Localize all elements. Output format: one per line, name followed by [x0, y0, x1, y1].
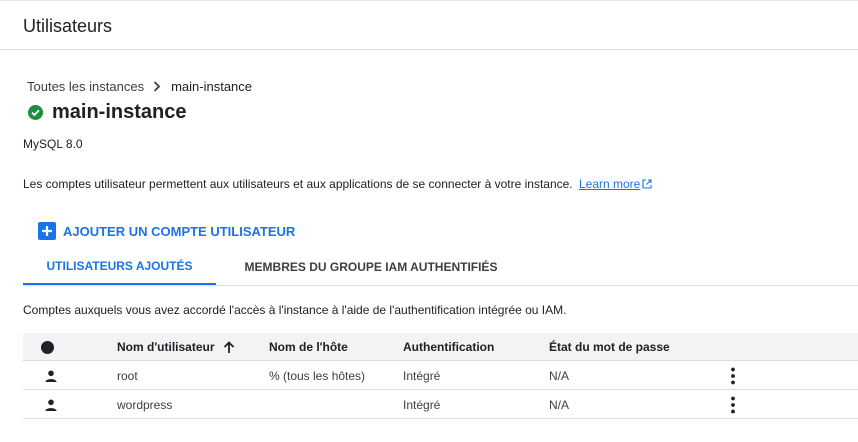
- more-vert-icon[interactable]: [729, 390, 737, 419]
- tab-description: Comptes auxquels vous avez accordé l'acc…: [23, 303, 567, 317]
- breadcrumb: Toutes les instances main-instance: [27, 79, 252, 94]
- arrow-up-icon: [223, 340, 235, 354]
- plus-icon: [38, 222, 56, 240]
- open-in-new-icon: [642, 178, 652, 192]
- add-user-account-label: AJOUTER UN COMPTE UTILISATEUR: [63, 223, 296, 239]
- chevron-right-icon: [153, 81, 161, 92]
- instance-version: MySQL 8.0: [23, 137, 83, 151]
- column-header-authentication: Authentification: [403, 340, 495, 354]
- password-state-cell: N/A: [549, 368, 570, 383]
- breadcrumb-all-instances-link[interactable]: Toutes les instances: [27, 79, 144, 94]
- description-text: Les comptes utilisateur permettent aux u…: [23, 177, 573, 191]
- tab-bar: UTILISATEURS AJOUTÉS MEMBRES DU GROUPE I…: [23, 249, 858, 286]
- password-state-cell: N/A: [549, 397, 570, 412]
- authentication-cell: Intégré: [403, 397, 441, 412]
- instance-header: main-instance: [28, 101, 186, 124]
- table-row: wordpress Intégré N/A: [23, 390, 858, 419]
- column-header-password-state: État du mot de passe: [549, 340, 670, 354]
- hostname-cell: % (tous les hôtes): [269, 368, 366, 383]
- add-user-account-button[interactable]: AJOUTER UN COMPTE UTILISATEUR: [38, 222, 295, 240]
- column-header-hostname: Nom de l'hôte: [269, 340, 348, 354]
- page-title: Utilisateurs: [23, 16, 113, 36]
- status-dot-icon: [41, 340, 54, 354]
- table-row: root % (tous les hôtes) Intégré N/A: [23, 361, 858, 390]
- table-header: Nom d'utilisateur Nom de l'hôte Authenti…: [23, 333, 858, 361]
- username-cell: root: [117, 368, 138, 383]
- instance-name: main-instance: [52, 101, 187, 123]
- check-circle-icon: [28, 105, 43, 120]
- column-header-status: [41, 333, 54, 361]
- username-cell: wordpress: [117, 397, 173, 412]
- breadcrumb-current: main-instance: [171, 79, 253, 94]
- tab-added-users[interactable]: UTILISATEURS AJOUTÉS: [23, 249, 216, 285]
- column-header-username[interactable]: Nom d'utilisateur: [117, 333, 235, 361]
- person-icon: [45, 361, 57, 390]
- top-bar: Utilisateurs: [0, 0, 858, 50]
- learn-more-link[interactable]: Learn more: [579, 177, 652, 191]
- tab-iam-group-members[interactable]: MEMBRES DU GROUPE IAM AUTHENTIFIÉS: [226, 249, 516, 285]
- description: Les comptes utilisateur permettent aux u…: [23, 177, 652, 192]
- more-vert-icon[interactable]: [729, 361, 737, 390]
- person-icon: [45, 390, 57, 419]
- authentication-cell: Intégré: [403, 368, 441, 383]
- users-table: Nom d'utilisateur Nom de l'hôte Authenti…: [23, 333, 858, 419]
